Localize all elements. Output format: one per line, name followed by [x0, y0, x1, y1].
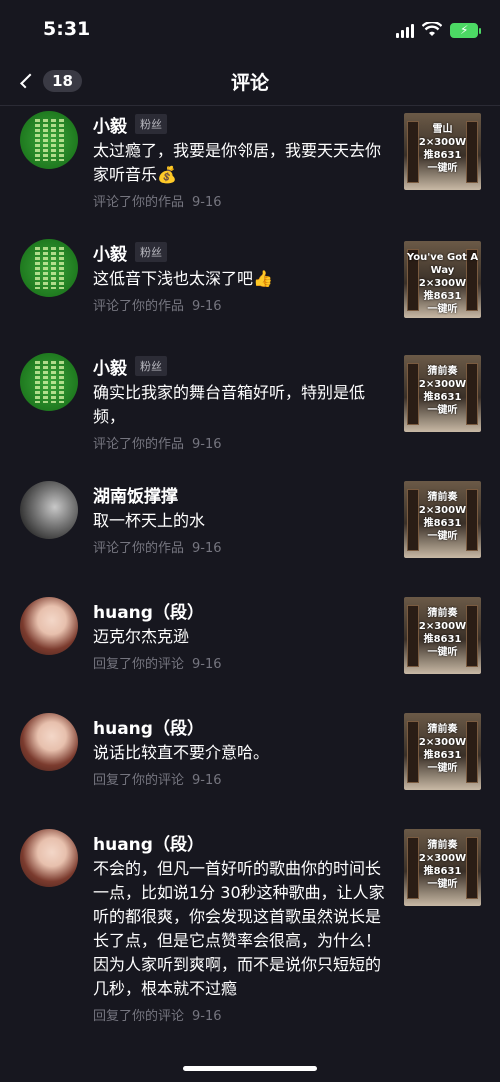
- video-thumbnail[interactable]: 猜前奏 2×300W 推8631 一键听: [404, 355, 481, 432]
- status-icons: ⚡: [396, 20, 481, 40]
- avatar[interactable]: [20, 353, 78, 411]
- fan-badge: 粉丝: [135, 114, 167, 134]
- action-text: 回复了你的评论: [93, 773, 185, 788]
- username[interactable]: 小毅: [93, 112, 127, 137]
- thumb-line: 一键听: [427, 405, 458, 416]
- fan-badge: 粉丝: [135, 242, 167, 262]
- thumb-title: 猜前奏: [427, 492, 458, 503]
- thumb-title: 猜前奏: [427, 840, 458, 851]
- thumb-line: 2×300W: [418, 621, 467, 632]
- thumb-line: 2×300W: [418, 853, 467, 864]
- date-text: 9-16: [192, 195, 222, 210]
- thumb-line: 2×300W: [418, 137, 467, 148]
- comment-text: 这低音下浅也太深了吧👍: [93, 269, 273, 288]
- date-text: 9-16: [192, 773, 222, 788]
- avatar[interactable]: [20, 239, 78, 297]
- nav-bar: 18 评论: [0, 58, 500, 106]
- thumb-line: 一键听: [427, 163, 458, 174]
- thumb-line: 一键听: [427, 647, 458, 658]
- comment-text: 不会的，但凡一首好听的歌曲你的时间长一点，比如说1分 30秒这种歌曲，让人家听的…: [93, 859, 385, 998]
- comment-text: 取一杯天上的水: [93, 511, 206, 530]
- status-time: 5:31: [43, 18, 91, 40]
- video-thumbnail[interactable]: 雪山 2×300W 推8631 一键听: [404, 113, 481, 190]
- battery-icon: ⚡: [450, 22, 481, 38]
- thumb-title: You've Got A Way: [406, 252, 479, 276]
- date-text: 9-16: [192, 437, 222, 452]
- signal-icon: [396, 22, 414, 38]
- username[interactable]: 小毅: [93, 354, 127, 379]
- action-text: 评论了你的作品: [93, 541, 185, 556]
- action-text: 评论了你的作品: [93, 195, 185, 210]
- date-text: 9-16: [192, 1009, 222, 1024]
- home-indicator[interactable]: [183, 1066, 317, 1071]
- username[interactable]: huang（段）: [93, 598, 204, 623]
- video-thumbnail[interactable]: You've Got A Way 2×300W 推8631 一键听: [404, 241, 481, 318]
- video-thumbnail[interactable]: 猜前奏 2×300W 推8631 一键听: [404, 481, 481, 558]
- comment-text: 太过瘾了，我要是你邻居，我要天天去你家听音乐💰: [93, 141, 382, 184]
- action-text: 评论了你的作品: [93, 299, 185, 314]
- thumb-line: 推8631: [423, 150, 462, 161]
- action-text: 回复了你的评论: [93, 1009, 185, 1024]
- thumb-line: 一键听: [427, 304, 458, 315]
- comment-text: 确实比我家的舞台音箱好听，特别是低频，: [93, 383, 366, 426]
- thumb-line: 推8631: [423, 750, 462, 761]
- comment-text: 说话比较直不要介意哈。: [93, 743, 270, 762]
- username[interactable]: 湖南饭撑撑: [93, 482, 178, 507]
- action-text: 评论了你的作品: [93, 437, 185, 452]
- username[interactable]: huang（段）: [93, 830, 204, 855]
- avatar[interactable]: [20, 713, 78, 771]
- thumb-line: 一键听: [427, 763, 458, 774]
- thumb-line: 2×300W: [418, 737, 467, 748]
- thumb-line: 推8631: [423, 392, 462, 403]
- thumb-line: 推8631: [423, 634, 462, 645]
- video-thumbnail[interactable]: 猜前奏 2×300W 推8631 一键听: [404, 713, 481, 790]
- thumb-title: 猜前奏: [427, 366, 458, 377]
- video-thumbnail[interactable]: 猜前奏 2×300W 推8631 一键听: [404, 829, 481, 906]
- thumb-title: 雪山: [432, 124, 453, 135]
- status-bar: 5:31 ⚡: [0, 0, 500, 58]
- username[interactable]: 小毅: [93, 240, 127, 265]
- thumb-line: 一键听: [427, 879, 458, 890]
- date-text: 9-16: [192, 299, 222, 314]
- thumb-line: 推8631: [423, 291, 462, 302]
- avatar[interactable]: [20, 481, 78, 539]
- comment-text: 迈克尔杰克逊: [93, 627, 190, 646]
- thumb-line: 推8631: [423, 518, 462, 529]
- avatar[interactable]: [20, 111, 78, 169]
- action-text: 回复了你的评论: [93, 657, 185, 672]
- thumb-title: 猜前奏: [427, 608, 458, 619]
- thumb-title: 猜前奏: [427, 724, 458, 735]
- avatar[interactable]: [20, 829, 78, 887]
- page-title: 评论: [230, 72, 269, 94]
- date-text: 9-16: [192, 657, 222, 672]
- thumb-line: 2×300W: [418, 505, 467, 516]
- fan-badge: 粉丝: [135, 356, 167, 376]
- wifi-icon: [422, 22, 442, 36]
- avatar[interactable]: [20, 597, 78, 655]
- video-thumbnail[interactable]: 猜前奏 2×300W 推8631 一键听: [404, 597, 481, 674]
- thumb-line: 2×300W: [418, 278, 467, 289]
- thumb-line: 一键听: [427, 531, 458, 542]
- username[interactable]: huang（段）: [93, 714, 204, 739]
- thumb-line: 2×300W: [418, 379, 467, 390]
- thumb-line: 推8631: [423, 866, 462, 877]
- date-text: 9-16: [192, 541, 222, 556]
